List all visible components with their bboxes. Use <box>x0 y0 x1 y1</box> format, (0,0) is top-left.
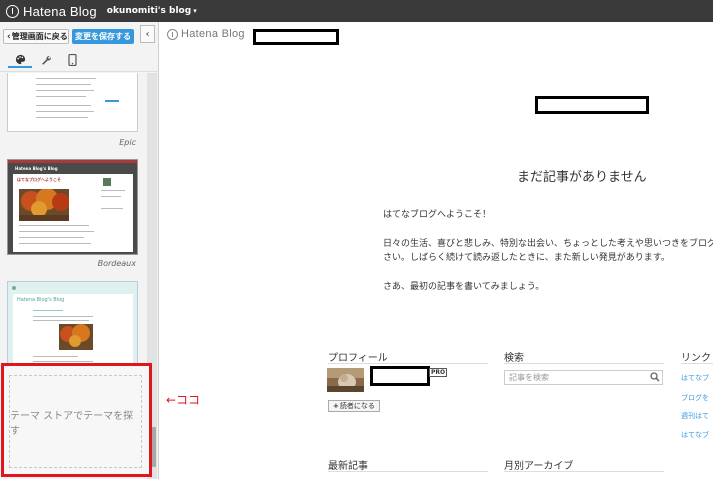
theme3-mini-title: Hatena Blog's Blog <box>17 297 65 303</box>
theme-thumbnail-bordeaux[interactable]: Hatena Blog's Blog はてなブログへようこそ <box>7 159 138 255</box>
theme-store-button[interactable]: テーマ ストアでテーマを探す <box>9 375 142 468</box>
tab-customize[interactable] <box>34 52 58 68</box>
collapse-sidebar-button[interactable]: ‹ <box>140 25 155 43</box>
plus-icon: + <box>333 402 339 410</box>
no-posts-heading: まだ記事がありません <box>517 170 647 185</box>
profile-avatar[interactable] <box>327 368 364 392</box>
profile-module-title: プロフィール <box>328 353 388 364</box>
autumn-tree-image <box>59 324 93 350</box>
bordeaux-mini-title: Hatena Blog's Blog <box>15 166 58 171</box>
link-item[interactable]: 週刊はて <box>681 411 709 421</box>
blog-switcher[interactable]: okunomiti's blog <box>107 6 191 16</box>
search-module-title: 検索 <box>504 353 524 364</box>
link-item[interactable]: はてなブ <box>681 430 709 440</box>
chevron-left-icon: ‹ <box>7 31 11 42</box>
search-input[interactable]: 記事を検索 <box>504 370 663 385</box>
welcome-line-2: 日々の生活、喜びと悲しみ、特別な出会い、ちょっとした考えや思いつきをブログ <box>383 239 713 249</box>
monthly-archive-title: 月別アーカイブ <box>504 461 574 472</box>
tab-smartphone[interactable] <box>60 52 84 68</box>
redacted-blog-name <box>253 29 339 45</box>
link-item[interactable]: はてなブ <box>681 373 709 383</box>
annotation-arrow-label: ←ココ <box>166 393 201 407</box>
brand-name[interactable]: Hatena Blog <box>23 4 97 19</box>
back-to-dashboard-button[interactable]: ‹ 管理画面に戻る <box>3 29 69 44</box>
chevron-down-icon[interactable]: ▾ <box>193 7 197 15</box>
blog-preview: Hatena Blog まだ記事がありません はてなブログへようこそ！ 日々の生… <box>160 22 713 479</box>
top-bar: Hatena Blog okunomiti's blog ▾ <box>0 0 713 22</box>
welcome-line-3: さい。しばらく続けて読み返したときに、また新しい発見があります。 <box>383 253 670 263</box>
sidebar-tabs <box>0 50 159 72</box>
design-sidebar: ‹ 管理画面に戻る 変更を保存する ‹ Epic Hatena Blog's B… <box>0 22 159 479</box>
preview-hatena-logo[interactable]: Hatena Blog <box>167 28 245 40</box>
recent-posts-title: 最新記事 <box>328 461 368 472</box>
pro-badge: PRO <box>429 368 448 377</box>
theme-name-bordeaux: Bordeaux <box>97 259 136 268</box>
hatena-logo-icon <box>6 4 19 18</box>
welcome-line-1: はてなブログへようこそ！ <box>383 210 492 220</box>
autumn-tree-image <box>19 189 69 221</box>
subscribe-button[interactable]: + 読者になる <box>328 400 380 412</box>
welcome-line-4: さあ、最初の記事を書いてみましょう。 <box>383 282 545 292</box>
palette-icon <box>15 54 25 64</box>
hatena-logo-icon <box>167 28 178 40</box>
search-icon[interactable] <box>650 372 660 382</box>
theme-editor-window: Hatena Blog okunomiti's blog ▾ ‹ 管理画面に戻る… <box>0 0 713 479</box>
save-changes-button[interactable]: 変更を保存する <box>72 29 134 44</box>
theme-name-epic: Epic <box>119 138 136 147</box>
smartphone-icon <box>67 54 77 66</box>
back-button-label: 管理画面に戻る <box>11 32 68 41</box>
redacted-user-id <box>370 366 430 386</box>
links-module-title: リンク <box>681 353 711 364</box>
preview-brand: Hatena Blog <box>181 28 245 40</box>
theme-store-highlight: テーマ ストアでテーマを探す <box>1 363 152 477</box>
redacted-blog-title <box>535 96 649 114</box>
theme-thumbnail-epic[interactable] <box>7 73 138 132</box>
subscribe-label: 読者になる <box>339 402 375 410</box>
tab-theme[interactable] <box>8 52 32 68</box>
link-item[interactable]: ブログを <box>681 393 709 403</box>
bordeaux-mini-heading: はてなブログへようこそ <box>17 177 61 182</box>
wrench-icon <box>41 55 51 65</box>
